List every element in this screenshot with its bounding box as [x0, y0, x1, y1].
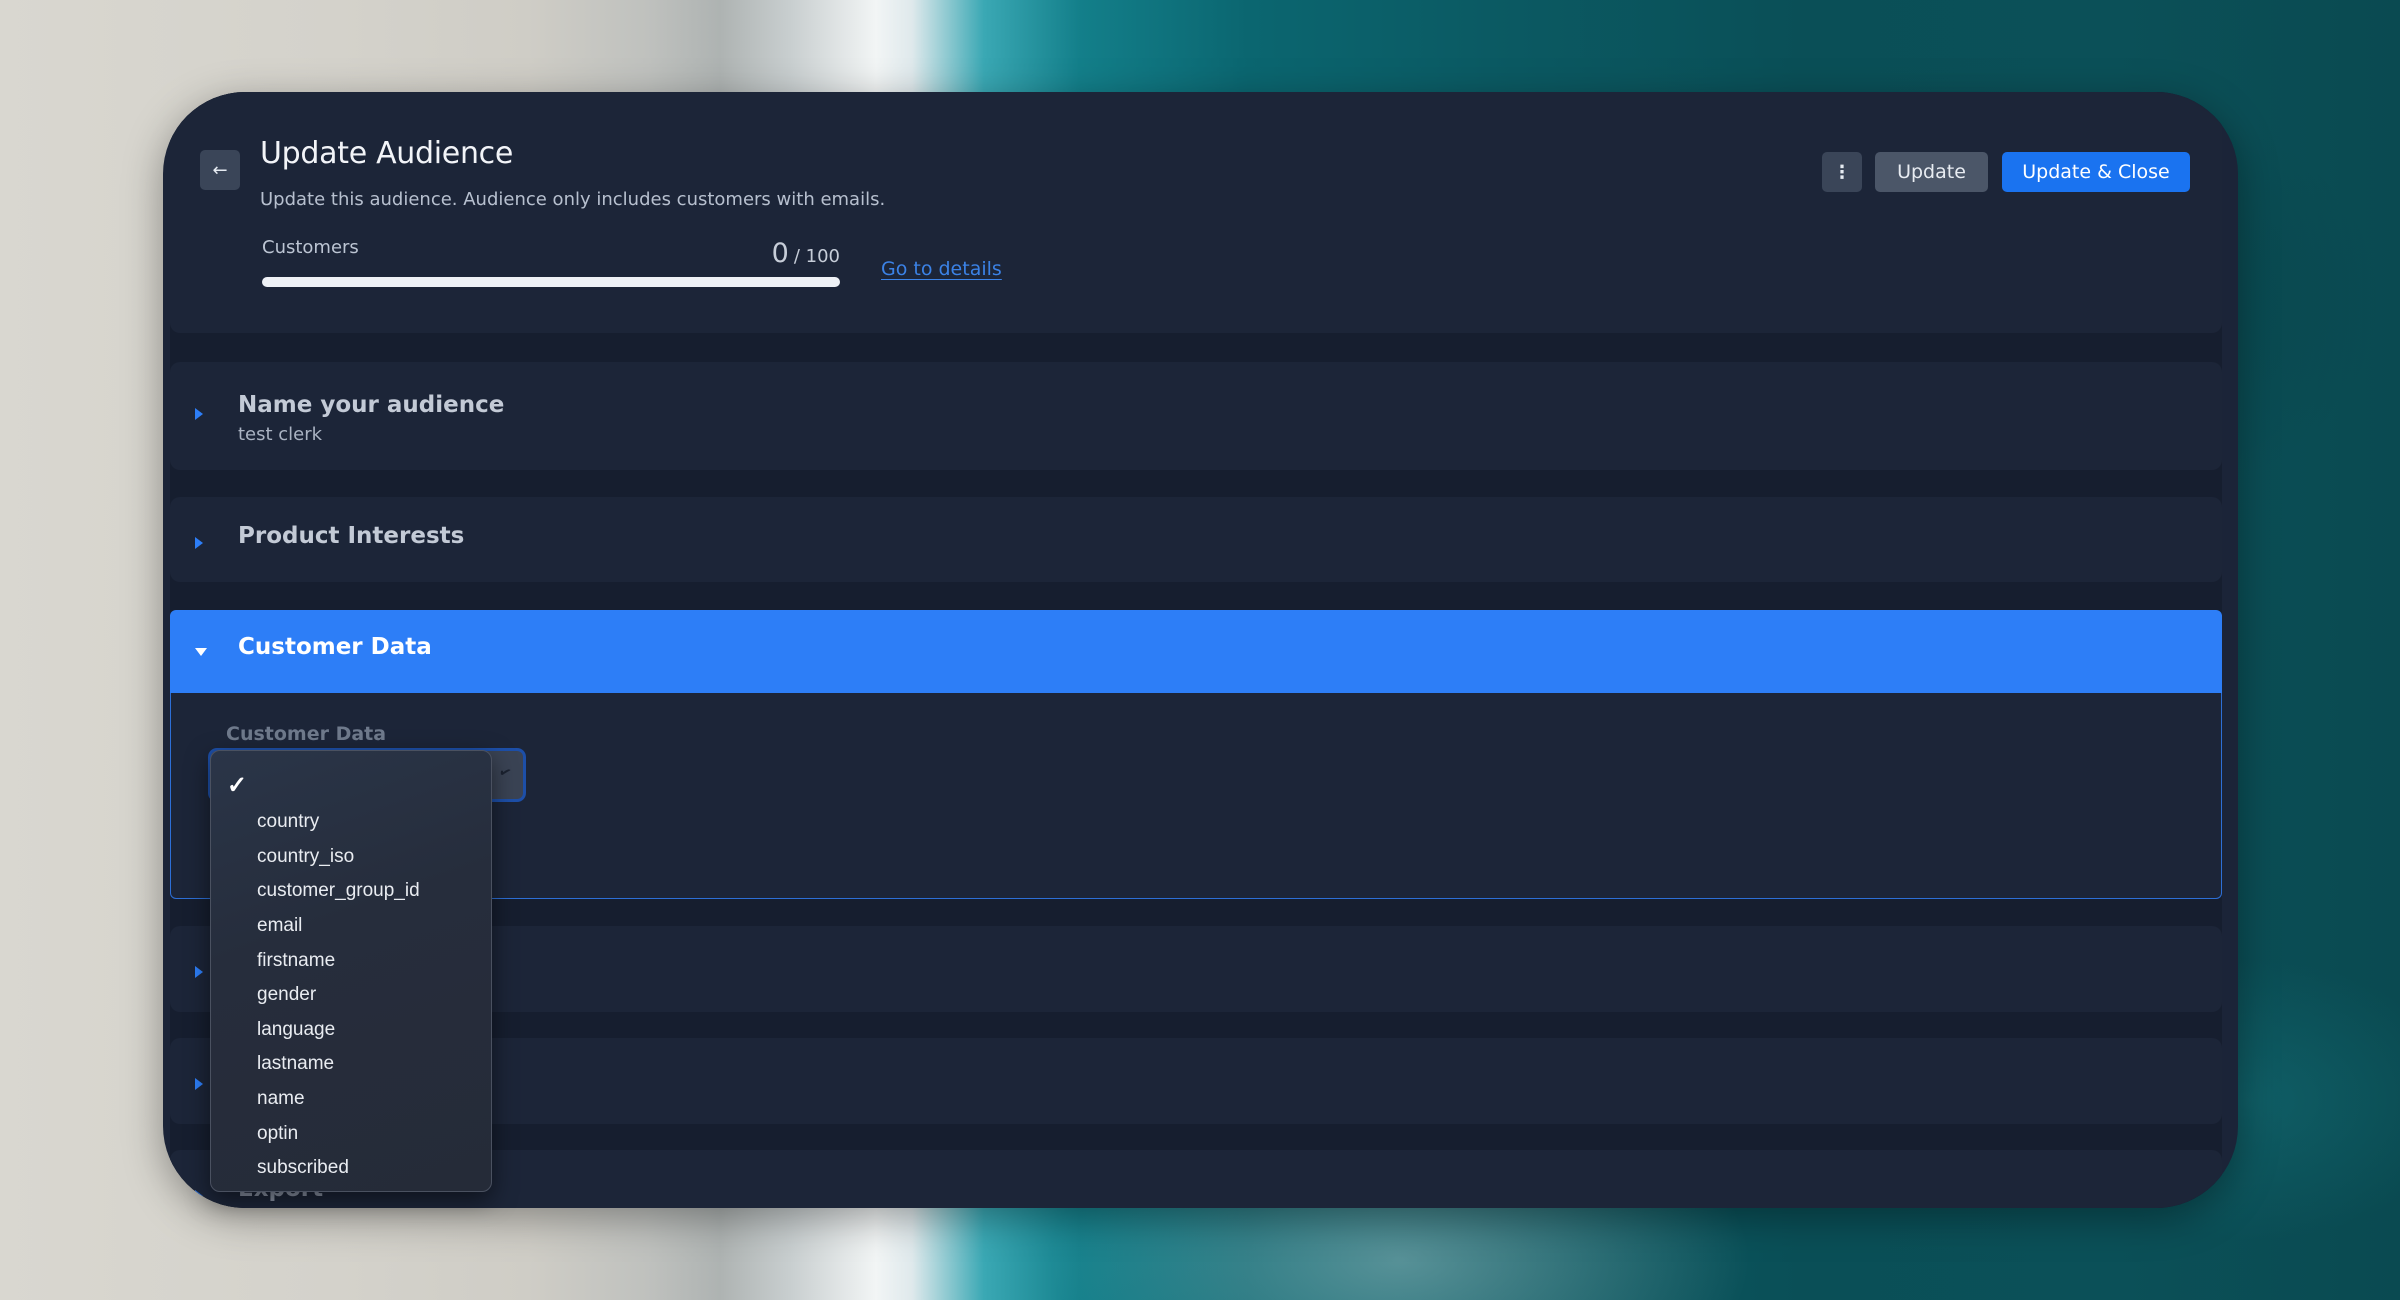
page-title: Update Audience — [260, 136, 514, 171]
go-to-details-link[interactable]: Go to details — [881, 258, 1002, 280]
caret-right-icon — [195, 966, 203, 978]
caret-down-icon — [195, 648, 207, 656]
dropdown-option-label: email — [257, 915, 303, 937]
dropdown-option[interactable]: country — [211, 805, 491, 840]
caret-right-icon — [195, 408, 203, 420]
section-subtitle: test clerk — [238, 424, 323, 445]
dropdown-option-label: name — [257, 1088, 305, 1110]
chevron-down-icon: ✔ — [496, 763, 514, 783]
dropdown-option[interactable]: email — [211, 909, 491, 944]
dropdown-option[interactable]: optin — [211, 1116, 491, 1151]
dropdown-option-label: language — [257, 1018, 336, 1040]
back-button[interactable]: ← — [200, 150, 240, 190]
dropdown-option[interactable]: lastname — [211, 1047, 491, 1082]
customer-data-dropdown-menu: ✓ country country_iso customer_group_idemai… — [210, 750, 492, 1192]
dropdown-option-label: country_iso — [257, 845, 355, 867]
dropdown-option-label: gender — [257, 984, 317, 1006]
dropdown-option-label: optin — [257, 1122, 299, 1144]
section-title: Customer Data — [238, 634, 432, 660]
update-close-button[interactable]: Update & Close — [2002, 152, 2190, 192]
customers-progress-bar — [262, 277, 840, 287]
checkmark-icon: ✓ — [227, 772, 248, 799]
dropdown-option[interactable]: name — [211, 1082, 491, 1117]
vertical-ellipsis-icon: ⋮ — [1833, 161, 1851, 183]
customer-data-field-label: Customer Data — [226, 723, 387, 745]
arrow-left-icon: ← — [212, 159, 228, 181]
caret-right-icon — [195, 1190, 203, 1202]
update-button[interactable]: Update — [1875, 152, 1988, 192]
section-title: Name your audience — [238, 392, 505, 418]
dropdown-option-label: customer_group_id — [257, 880, 420, 902]
dropdown-option-label: subscribed — [257, 1157, 349, 1179]
customers-total: / 100 — [793, 246, 840, 267]
section-customer-data-header[interactable]: Customer Data — [170, 610, 2222, 693]
customers-count: 0 — [771, 238, 789, 269]
dropdown-option[interactable]: ✓ — [211, 765, 491, 805]
caret-right-icon — [195, 537, 203, 549]
dropdown-option[interactable]: subscribed — [211, 1151, 491, 1186]
dropdown-option[interactable]: customer_group_id — [211, 874, 491, 909]
customers-counter: 0 / 100 — [262, 238, 840, 269]
dropdown-option-label: lastname — [257, 1053, 335, 1075]
caret-right-icon — [195, 1078, 203, 1090]
page-subtitle: Update this audience. Audience only incl… — [260, 189, 886, 210]
dropdown-option[interactable]: country_iso — [211, 840, 491, 875]
dropdown-option-label: firstname — [257, 949, 336, 971]
header-panel: ← Update Audience Update this audience. … — [170, 92, 2222, 333]
dropdown-option[interactable]: firstname — [211, 943, 491, 978]
section-title: Product Interests — [238, 523, 465, 549]
section-name-audience[interactable]: Name your audience test clerk — [170, 362, 2222, 470]
section-product-interests[interactable]: Product Interests — [170, 497, 2222, 582]
more-options-button[interactable]: ⋮ — [1822, 152, 1862, 192]
dropdown-option[interactable]: gender — [211, 978, 491, 1013]
dropdown-option-label: country — [257, 811, 320, 833]
dropdown-option[interactable]: language — [211, 1013, 491, 1048]
